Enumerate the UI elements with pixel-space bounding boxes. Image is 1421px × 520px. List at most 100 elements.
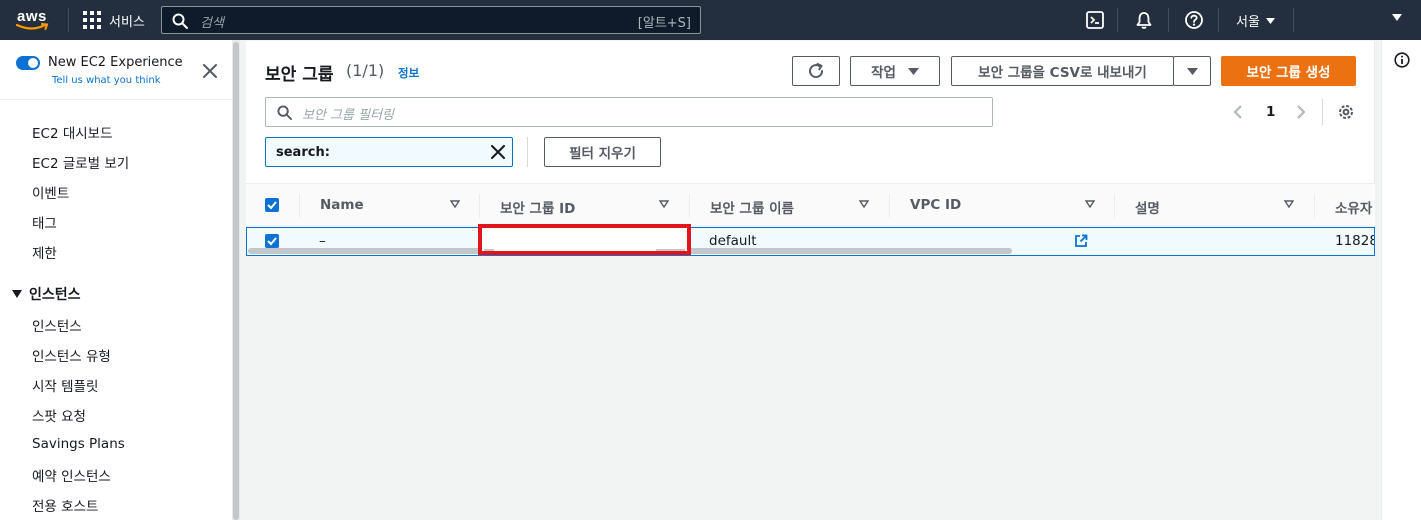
sidebar-item-savings-plans[interactable]: Savings Plans xyxy=(32,436,125,452)
sort-icon[interactable] xyxy=(859,200,869,208)
sidebar-item-global-view[interactable]: EC2 글로벌 보기 xyxy=(32,152,129,172)
close-icon[interactable] xyxy=(203,64,217,78)
token-divider xyxy=(527,137,528,167)
row-checkbox[interactable] xyxy=(265,234,279,248)
column-divider xyxy=(889,194,890,218)
sidebar-scrollbar[interactable] xyxy=(232,40,240,520)
aws-smile-icon xyxy=(16,23,49,30)
create-security-group-label: 보안 그룹 생성 xyxy=(1246,65,1331,81)
sidebar-item-instance-types[interactable]: 인스턴스 유형 xyxy=(32,345,111,365)
sidebar-item-instances[interactable]: 인스턴스 xyxy=(32,315,82,335)
column-divider xyxy=(479,194,480,218)
search-icon xyxy=(172,13,188,29)
sidebar-section-instances[interactable]: 인스턴스 xyxy=(12,284,81,304)
column-header-security-group-name[interactable]: 보안 그룹 이름 xyxy=(710,197,794,217)
sort-icon[interactable] xyxy=(450,200,460,208)
table-row[interactable]: – default 11828 xyxy=(246,227,1375,256)
account-menu-caret-icon[interactable] xyxy=(1392,14,1402,21)
services-label: 서비스 xyxy=(109,14,145,30)
nav-divider xyxy=(1218,8,1219,32)
cell-owner: 11828 xyxy=(1335,233,1375,249)
close-icon[interactable] xyxy=(491,145,505,159)
filter-token[interactable]: search: xyxy=(265,137,513,167)
top-navigation-bar: aws 서비스 검색 [알트+S] 서울 xyxy=(0,0,1421,40)
help-icon[interactable] xyxy=(1184,10,1204,30)
export-csv-button[interactable]: 보안 그룹을 CSV로 내보내기 xyxy=(951,56,1174,86)
notifications-bell-icon[interactable] xyxy=(1134,10,1154,30)
clear-filters-label: 필터 지우기 xyxy=(569,146,636,162)
info-link[interactable]: 정보 xyxy=(398,65,419,81)
column-divider xyxy=(1314,194,1315,218)
column-header-owner[interactable]: 소유자 xyxy=(1335,197,1372,217)
actions-dropdown-button[interactable]: 작업 xyxy=(850,56,940,86)
column-header-description[interactable]: 설명 xyxy=(1135,197,1160,217)
current-page-number[interactable]: 1 xyxy=(1266,104,1275,120)
pager-divider xyxy=(1322,99,1323,125)
caret-down-icon xyxy=(1265,17,1275,24)
column-divider xyxy=(299,194,300,218)
sidebar-item-spot-requests[interactable]: 스팟 요청 xyxy=(32,405,86,425)
caret-down-icon xyxy=(12,290,22,298)
region-label: 서울 xyxy=(1236,15,1260,30)
table-header: Name 보안 그룹 ID 보안 그룹 이름 VPC ID 설명 소유자 xyxy=(246,183,1375,227)
column-divider xyxy=(689,194,690,218)
clear-filters-button[interactable]: 필터 지우기 xyxy=(544,137,661,167)
region-selector[interactable]: 서울 xyxy=(1236,11,1275,30)
sidebar-item-dedicated-hosts[interactable]: 전용 호스트 xyxy=(32,495,98,515)
actions-label: 작업 xyxy=(871,65,896,81)
chevron-right-icon[interactable] xyxy=(1296,105,1306,119)
feedback-link[interactable]: Tell us what you think xyxy=(52,75,161,86)
search-shortcut-hint: [알트+S] xyxy=(637,16,691,31)
highlight-box xyxy=(478,224,691,255)
new-experience-toggle[interactable] xyxy=(16,56,40,70)
column-divider xyxy=(1114,194,1115,218)
column-header-vpc-id[interactable]: VPC ID xyxy=(910,197,961,213)
cell-name: – xyxy=(319,233,326,249)
check-icon xyxy=(267,237,277,246)
security-group-filter-input[interactable]: 보안 그룹 필터링 xyxy=(265,97,993,127)
check-icon xyxy=(267,201,277,210)
column-header-security-group-id[interactable]: 보안 그룹 ID xyxy=(500,197,575,217)
sidebar-item-reserved-instances[interactable]: 예약 인스턴스 xyxy=(32,465,111,485)
create-security-group-button[interactable]: 보안 그룹 생성 xyxy=(1221,56,1356,86)
column-header-name[interactable]: Name xyxy=(320,197,364,213)
sidebar-item-ec2-dashboard[interactable]: EC2 대시보드 xyxy=(32,122,113,142)
services-grid-icon xyxy=(83,11,101,29)
nav-divider xyxy=(68,8,69,32)
sort-icon[interactable] xyxy=(1085,200,1095,208)
global-search-input[interactable]: 검색 [알트+S] xyxy=(161,6,701,34)
right-tools-rail xyxy=(1381,40,1421,520)
nav-divider xyxy=(1168,8,1169,32)
refresh-icon xyxy=(809,63,824,79)
sidebar-item-tags[interactable]: 태그 xyxy=(32,212,57,232)
external-link-icon[interactable] xyxy=(1074,234,1088,248)
sort-icon[interactable] xyxy=(659,200,669,208)
chevron-left-icon[interactable] xyxy=(1233,105,1243,119)
scrollbar-thumb[interactable] xyxy=(233,42,239,520)
sidebar-item-limits[interactable]: 제한 xyxy=(32,242,57,262)
cloudshell-icon[interactable] xyxy=(1085,10,1105,30)
sidebar-item-events[interactable]: 이벤트 xyxy=(32,182,69,202)
selection-count: (1/1) xyxy=(346,61,385,80)
cell-security-group-name: default xyxy=(709,233,757,249)
caret-down-icon xyxy=(1186,67,1198,75)
services-menu-button[interactable]: 서비스 xyxy=(83,10,145,30)
sort-icon[interactable] xyxy=(1284,200,1294,208)
filter-token-label: search: xyxy=(276,145,330,160)
security-groups-panel: 보안 그룹 (1/1) 정보 작업 보안 그룹을 CSV로 내보내기 보안 그룹… xyxy=(246,41,1375,256)
select-all-checkbox[interactable] xyxy=(265,198,279,212)
caret-down-icon xyxy=(907,67,919,75)
sidebar-item-launch-templates[interactable]: 시작 템플릿 xyxy=(32,375,98,395)
export-csv-label: 보안 그룹을 CSV로 내보내기 xyxy=(978,65,1147,81)
info-icon[interactable] xyxy=(1394,52,1410,68)
sidebar: New EC2 Experience Tell us what you thin… xyxy=(0,40,232,520)
search-placeholder: 검색 xyxy=(200,16,224,31)
page-title: 보안 그룹 xyxy=(265,65,334,85)
export-options-dropdown[interactable] xyxy=(1173,56,1211,86)
nav-divider xyxy=(1293,8,1294,32)
sidebar-divider xyxy=(0,99,232,100)
filter-placeholder: 보안 그룹 필터링 xyxy=(302,108,394,123)
refresh-button[interactable] xyxy=(792,56,840,86)
gear-icon[interactable] xyxy=(1337,103,1355,121)
aws-logo[interactable]: aws xyxy=(16,7,52,33)
